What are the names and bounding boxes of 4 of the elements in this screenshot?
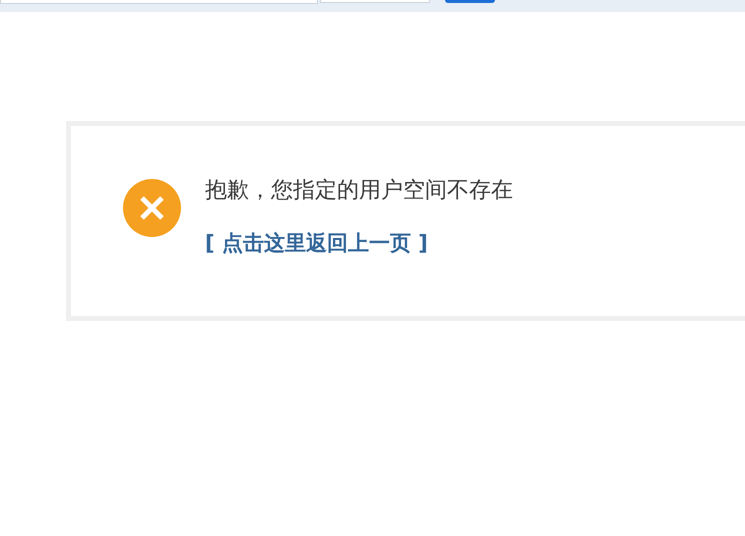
error-message: 抱歉，您指定的用户空间不存在 — [205, 177, 513, 205]
back-link[interactable]: [ 点击这里返回上一页 ] — [205, 228, 428, 260]
search-button[interactable] — [445, 0, 495, 3]
error-icon — [123, 179, 181, 237]
